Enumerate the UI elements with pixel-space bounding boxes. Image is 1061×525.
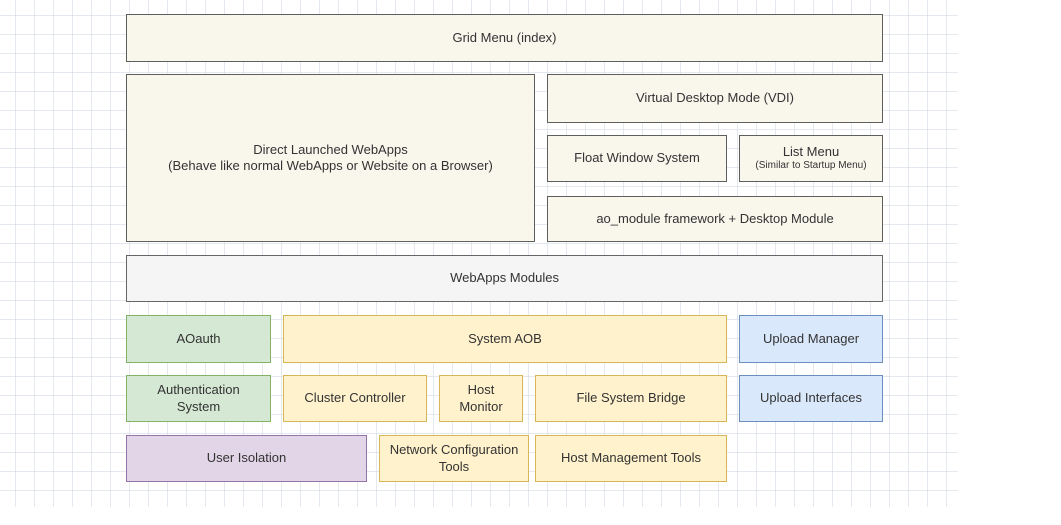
node-upload-interfaces: Upload Interfaces	[739, 375, 883, 422]
list-menu-title: List Menu	[783, 144, 839, 160]
node-ao-module-framework: ao_module framework + Desktop Module	[547, 196, 883, 242]
node-system-aob: System AOB	[283, 315, 727, 363]
node-network-configuration-tools: Network Configuration Tools	[379, 435, 529, 482]
node-cluster-controller: Cluster Controller	[283, 375, 427, 422]
node-float-window-system: Float Window System	[547, 135, 727, 182]
node-authentication-system: Authentication System	[126, 375, 271, 422]
node-aoauth: AOauth	[126, 315, 271, 363]
diagram-canvas: Grid Menu (index) Direct Launched WebApp…	[0, 0, 1061, 525]
node-user-isolation: User Isolation	[126, 435, 367, 482]
node-upload-manager: Upload Manager	[739, 315, 883, 363]
node-grid-menu: Grid Menu (index)	[126, 14, 883, 62]
node-host-management-tools: Host Management Tools	[535, 435, 727, 482]
list-menu-subtitle: (Similar to Startup Menu)	[755, 160, 866, 173]
node-file-system-bridge: File System Bridge	[535, 375, 727, 422]
node-list-menu: List Menu (Similar to Startup Menu)	[739, 135, 883, 182]
node-direct-launched-webapps: Direct Launched WebApps (Behave like nor…	[126, 74, 535, 242]
node-host-monitor: Host Monitor	[439, 375, 523, 422]
node-virtual-desktop-mode: Virtual Desktop Mode (VDI)	[547, 74, 883, 123]
node-webapps-modules: WebApps Modules	[126, 255, 883, 302]
